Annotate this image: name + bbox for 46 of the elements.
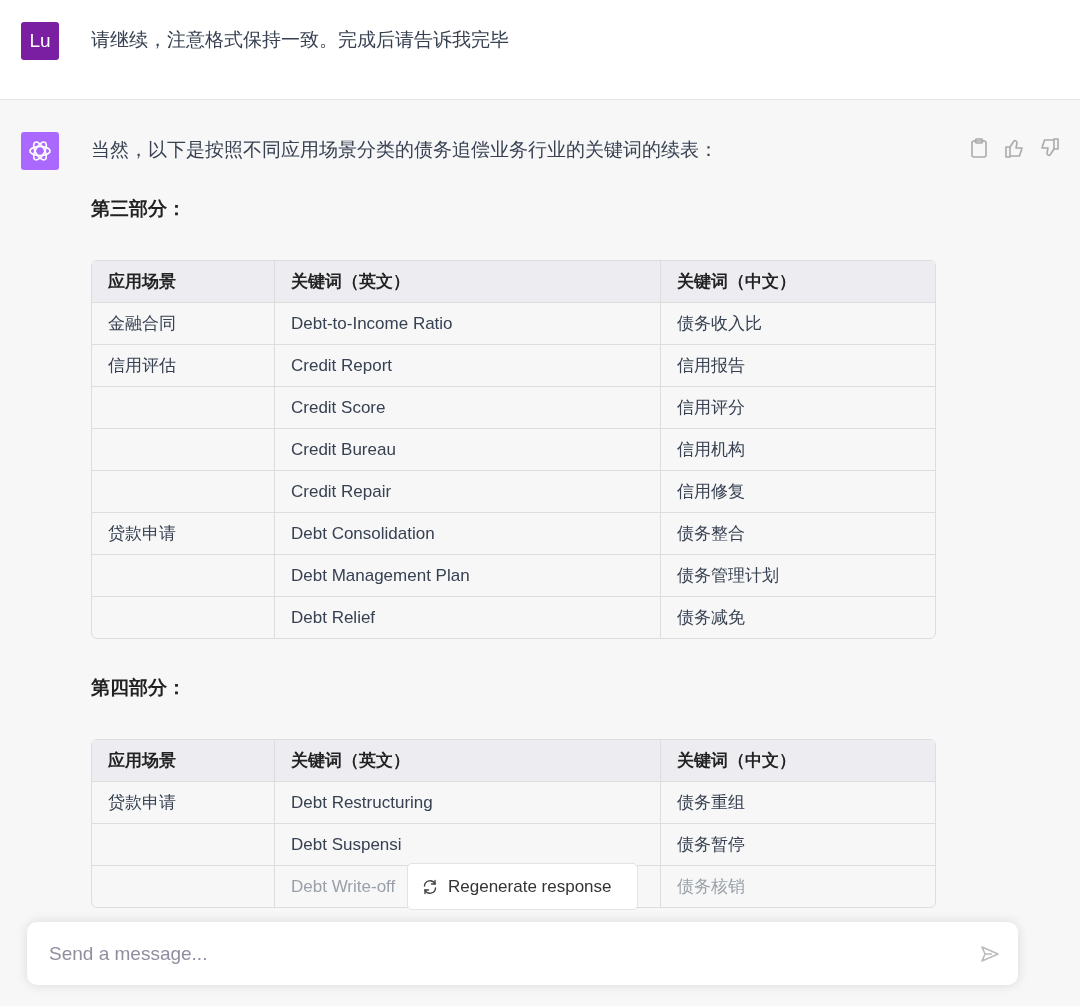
table-cell: Debt Restructuring — [291, 792, 433, 812]
table-cell: 信用评估 — [108, 356, 176, 375]
table-cell: 债务重组 — [677, 793, 745, 812]
table-cell: Debt-to-Income Ratio — [291, 313, 453, 333]
table-cell: Credit Repair — [291, 481, 392, 501]
table-cell: 债务暂停 — [677, 835, 745, 854]
table-cell: 债务核销 — [677, 877, 745, 896]
table-cell: 贷款申请 — [108, 524, 176, 543]
table-cell: 信用报告 — [677, 356, 745, 375]
user-message: 请继续，注意格式保持一致。完成后请告诉我完毕 — [91, 28, 509, 52]
table-cell: 债务减免 — [677, 608, 745, 627]
table-cell: 债务管理计划 — [677, 566, 779, 585]
section-title: 第四部分： — [91, 676, 187, 700]
table-cell: Debt Write-off — [291, 876, 396, 896]
column-header: 关键词（中文） — [661, 740, 935, 782]
thumbs-up-icon[interactable] — [1004, 138, 1024, 158]
column-header: 关键词（中文） — [661, 261, 935, 303]
send-icon[interactable] — [980, 943, 1000, 964]
user-avatar: Lu — [21, 22, 59, 60]
table-cell: 金融合同 — [108, 314, 176, 333]
table-cell: 贷款申请 — [108, 793, 176, 812]
table-cell: Credit Bureau — [291, 439, 396, 459]
table-cell: Credit Score — [291, 397, 386, 417]
clipboard-icon[interactable] — [970, 138, 988, 158]
message-input[interactable]: Send a message... — [47, 941, 980, 966]
column-header: 关键词（英文） — [275, 261, 661, 303]
table-cell: Debt Suspensi — [291, 834, 402, 854]
refresh-icon — [422, 878, 438, 895]
table-cell: Credit Report — [291, 355, 393, 375]
assistant-message: 当然，以下是按照不同应用场景分类的债务追偿业务行业的关键词的续表： — [91, 138, 719, 162]
regenerate-button[interactable]: Regenerate response — [407, 863, 638, 910]
table-cell: Debt Relief — [291, 607, 376, 627]
thumbs-down-icon[interactable] — [1040, 138, 1060, 158]
table-cell: 信用修复 — [677, 482, 745, 501]
table-cell: Debt Management Plan — [291, 565, 470, 585]
section-title: 第三部分： — [91, 197, 187, 221]
table-cell: 债务整合 — [677, 524, 745, 543]
table-cell: Debt Consolidation — [291, 523, 435, 543]
column-header: 应用场景 — [92, 261, 275, 303]
column-header: 应用场景 — [92, 740, 275, 782]
table-cell: 债务收入比 — [677, 314, 762, 333]
table-cell: 信用评分 — [677, 398, 745, 417]
knot-logo-icon — [27, 138, 53, 164]
column-header: 关键词（英文） — [275, 740, 661, 782]
message-composer[interactable]: Send a message... — [27, 922, 1018, 985]
table-cell: 信用机构 — [677, 440, 745, 459]
